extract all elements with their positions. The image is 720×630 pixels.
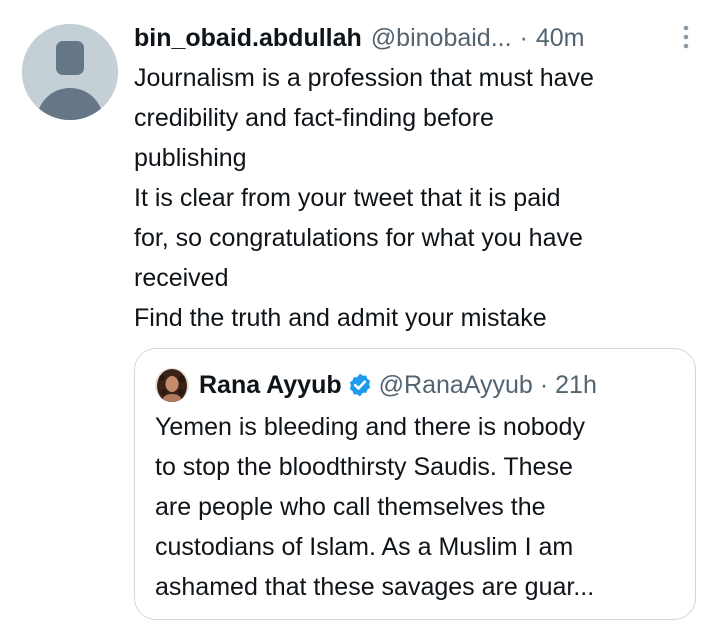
user-handle[interactable]: @binobaid... xyxy=(371,18,512,58)
quoted-tweet-text: Yemen is bleeding and there is nobody to… xyxy=(155,407,685,607)
quoted-text-line: are people who call themselves the xyxy=(155,493,546,521)
tweet-text-line: credibility and fact-finding before xyxy=(134,104,494,132)
display-name[interactable]: bin_obaid.abdullah xyxy=(134,18,362,58)
tweet-text-line: It is clear from your tweet that it is p… xyxy=(134,184,561,212)
vertical-ellipsis-icon xyxy=(683,25,689,49)
timestamp[interactable]: 40m xyxy=(536,18,585,58)
tweet-text-line: publishing xyxy=(134,144,247,172)
quoted-user-handle[interactable]: @RanaAyyub xyxy=(379,371,533,400)
tweet-text: Journalism is a profession that must hav… xyxy=(134,58,704,338)
quoted-text-line: custodians of Islam. As a Muslim I am xyxy=(155,533,574,561)
default-profile-icon xyxy=(22,24,118,120)
quoted-tweet-card[interactable]: Rana Ayyub @RanaAyyub · 21h Yemen is ble… xyxy=(134,348,696,620)
quoted-avatar[interactable] xyxy=(155,368,189,402)
tweet-text-line: Journalism is a profession that must hav… xyxy=(134,64,594,92)
tweet-text-line: received xyxy=(134,264,229,292)
verified-badge-icon xyxy=(349,373,370,397)
tweet-text-line: Find the truth and admit your mistake xyxy=(134,304,547,332)
reply-tweet[interactable]: bin_obaid.abdullah @binobaid... · 40m Jo… xyxy=(0,0,720,630)
quoted-text-line: Yemen is bleeding and there is nobody xyxy=(155,413,585,441)
quoted-display-name[interactable]: Rana Ayyub xyxy=(199,371,342,400)
separator-dot: · xyxy=(519,24,528,52)
separator-dot: · xyxy=(539,370,549,399)
quoted-text-line: ashamed that these savages are guar... xyxy=(155,573,595,601)
quoted-text-line: to stop the bloodthirsty Saudis. These xyxy=(155,453,573,481)
profile-photo-icon xyxy=(155,368,189,402)
default-avatar[interactable] xyxy=(22,24,118,120)
more-options-button[interactable] xyxy=(676,22,696,52)
quoted-tweet-header: Rana Ayyub @RanaAyyub · 21h xyxy=(155,367,597,403)
tweet-text-line: for, so congratulations for what you hav… xyxy=(134,224,583,252)
reply-header: bin_obaid.abdullah @binobaid... · 40m xyxy=(134,18,704,58)
quoted-timestamp[interactable]: 21h xyxy=(555,371,597,400)
